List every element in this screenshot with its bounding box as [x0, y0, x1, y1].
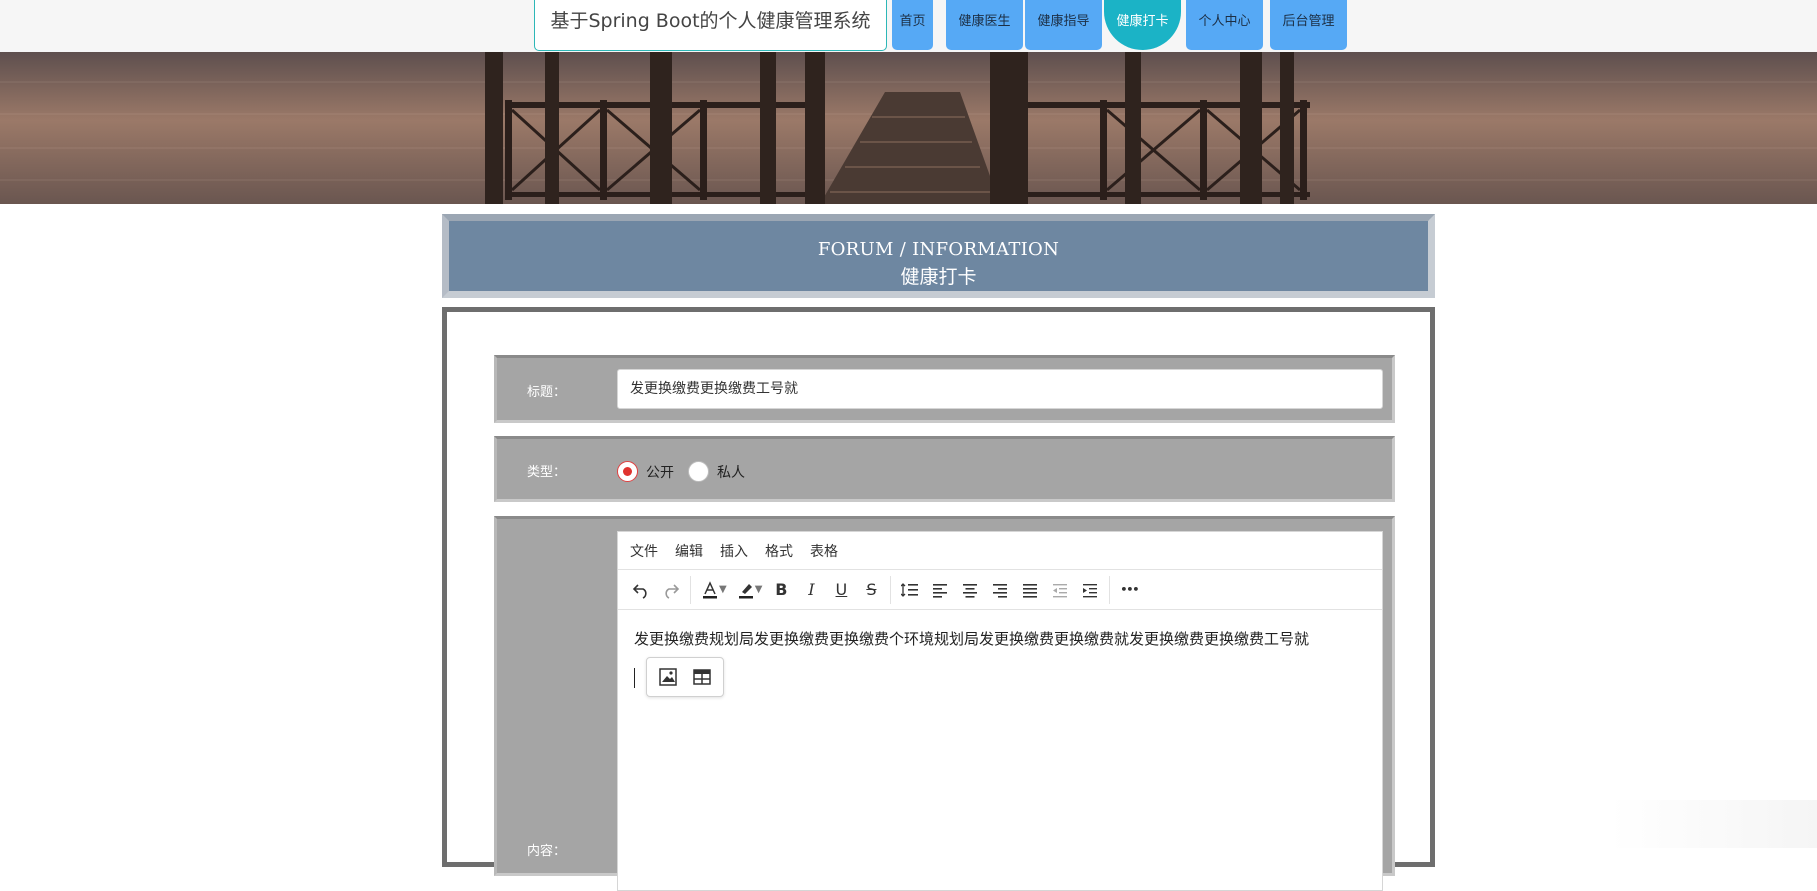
title-input[interactable]: 发更换缴费更换缴费工号就	[617, 369, 1383, 409]
menu-edit[interactable]: 编辑	[675, 541, 703, 561]
align-left-icon[interactable]	[925, 575, 955, 605]
corner-fade	[1610, 800, 1817, 848]
redo-icon[interactable]	[656, 575, 686, 605]
site-title: 基于Spring Boot的个人健康管理系统	[534, 0, 887, 51]
italic-icon[interactable]: I	[796, 575, 826, 605]
nav-item-home[interactable]: 首页	[892, 0, 933, 50]
radio-public-indicator[interactable]	[617, 461, 638, 482]
align-center-icon[interactable]	[955, 575, 985, 605]
toolbar-separator	[890, 575, 892, 604]
section-header: FORUM / INFORMATION 健康打卡	[442, 214, 1435, 298]
type-radio-group: 公开 私人	[617, 461, 759, 482]
align-justify-icon[interactable]	[1015, 575, 1045, 605]
toolbar-separator	[1109, 575, 1111, 604]
menu-insert[interactable]: 插入	[720, 541, 748, 561]
section-title-zh: 健康打卡	[900, 266, 977, 288]
outdent-icon[interactable]	[1045, 575, 1075, 605]
underline-icon[interactable]: U	[826, 575, 856, 605]
radio-public[interactable]: 公开	[617, 461, 674, 482]
quick-insert-popup	[646, 657, 724, 697]
editor-menubar: 文件 编辑 插入 格式 表格	[618, 532, 1382, 570]
top-nav-bar: 基于Spring Boot的个人健康管理系统 首页 健康医生 健康指导 健康打卡…	[0, 0, 1817, 52]
editor-body[interactable]: 发更换缴费规划局发更换缴费更换缴费个环境规划局发更换缴费更换缴费就发更换缴费更换…	[618, 610, 1382, 649]
highlight-color-icon[interactable]	[731, 575, 761, 605]
banner-image	[0, 52, 1817, 204]
undo-icon[interactable]	[626, 575, 656, 605]
nav-item-health-checkin[interactable]: 健康打卡	[1104, 0, 1181, 50]
menu-table[interactable]: 表格	[810, 541, 838, 561]
nav-item-personal-center[interactable]: 个人中心	[1186, 0, 1263, 50]
line-height-icon[interactable]	[895, 575, 925, 605]
menu-file[interactable]: 文件	[630, 541, 658, 561]
bold-icon[interactable]: B	[766, 575, 796, 605]
radio-private-indicator[interactable]	[688, 461, 709, 482]
table-icon[interactable]	[688, 663, 716, 691]
title-label: 标题：	[527, 385, 567, 400]
radio-public-label: 公开	[646, 464, 674, 481]
type-label: 类型：	[527, 465, 567, 480]
title-row: 标题： 发更换缴费更换缴费工号就	[494, 355, 1395, 423]
toolbar-separator	[690, 575, 691, 604]
strikethrough-icon[interactable]: S	[856, 575, 886, 605]
post-form: 标题： 发更换缴费更换缴费工号就 类型： 公开 私人 内容： 文件 编辑 插入 …	[442, 307, 1435, 891]
type-row: 类型： 公开 私人	[494, 436, 1395, 502]
nav-item-admin[interactable]: 后台管理	[1270, 0, 1347, 50]
pier-illustration	[0, 52, 1817, 204]
align-right-icon[interactable]	[985, 575, 1015, 605]
indent-icon[interactable]	[1075, 575, 1105, 605]
font-color-icon[interactable]	[695, 575, 725, 605]
rich-text-editor: 文件 编辑 插入 格式 表格 ▼ ▼ B I U S ••• 发更换缴费规划局发…	[617, 531, 1383, 891]
text-cursor	[634, 668, 635, 688]
radio-private-label: 私人	[717, 464, 745, 481]
menu-format[interactable]: 格式	[765, 541, 793, 561]
section-title-en: FORUM / INFORMATION	[817, 239, 1060, 260]
editor-text-line[interactable]: 发更换缴费规划局发更换缴费更换缴费个环境规划局发更换缴费更换缴费就发更换缴费更换…	[634, 628, 1382, 649]
more-icon[interactable]: •••	[1114, 575, 1144, 605]
content-label: 内容：	[527, 844, 567, 859]
radio-private[interactable]: 私人	[688, 461, 745, 482]
nav-item-health-guidance[interactable]: 健康指导	[1025, 0, 1102, 50]
content-row: 内容： 文件 编辑 插入 格式 表格 ▼ ▼ B I U S ••• 发更换缴费…	[494, 516, 1395, 891]
nav-item-health-doctor[interactable]: 健康医生	[946, 0, 1023, 50]
editor-toolbar: ▼ ▼ B I U S •••	[618, 570, 1382, 610]
image-icon[interactable]	[654, 663, 682, 691]
